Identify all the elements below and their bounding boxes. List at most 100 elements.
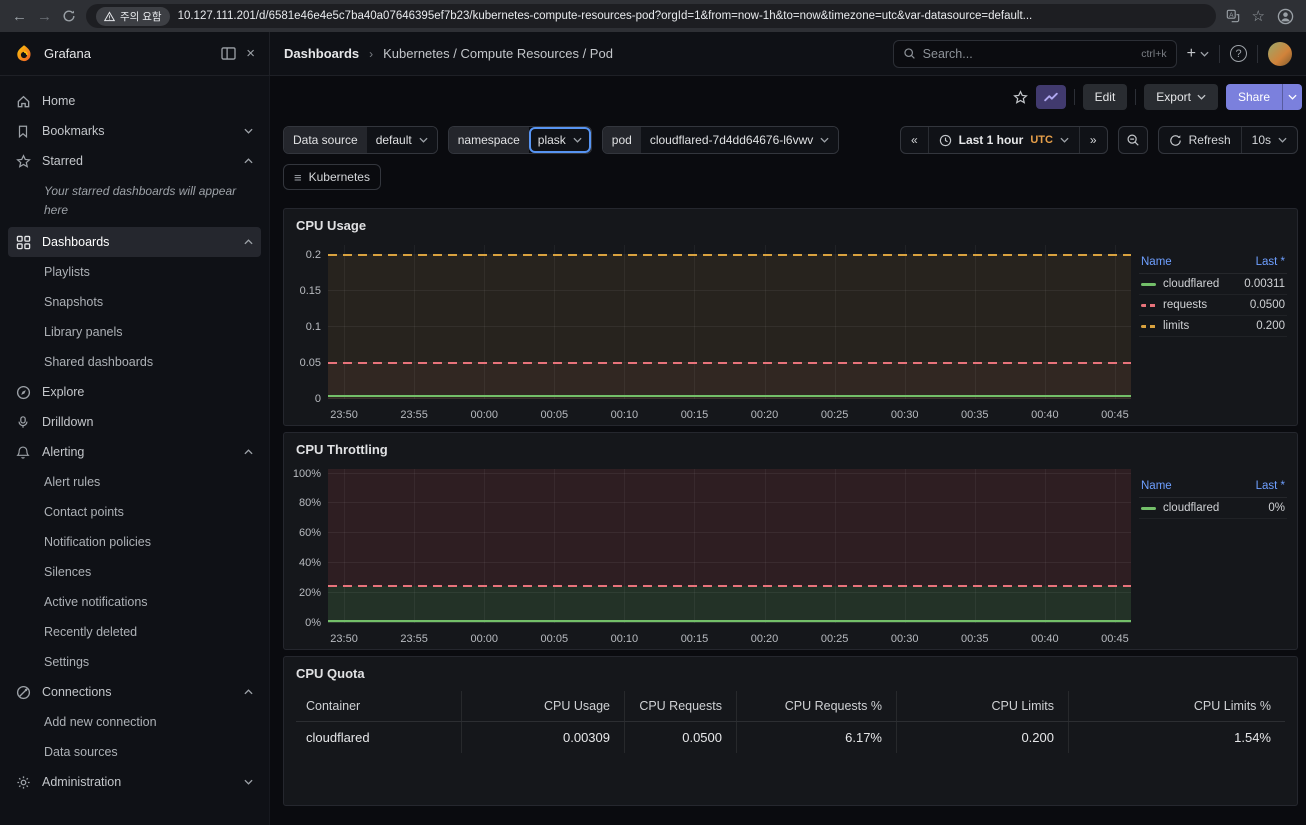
time-shift-forward-button[interactable]: » bbox=[1079, 127, 1107, 153]
x-tick-label: 00:15 bbox=[674, 409, 714, 421]
gridline bbox=[554, 469, 555, 623]
refresh-picker: Refresh 10s bbox=[1158, 126, 1298, 154]
new-menu-button[interactable]: + bbox=[1187, 45, 1209, 63]
browser-profile-icon[interactable] bbox=[1277, 8, 1294, 25]
share-button[interactable]: Share bbox=[1226, 84, 1302, 110]
table-row: cloudflared 0.00309 0.0500 6.17% 0.200 1… bbox=[296, 721, 1285, 753]
legend-last-header[interactable]: Last * bbox=[1256, 256, 1285, 268]
translate-icon[interactable]: A bbox=[1226, 9, 1240, 23]
grafana-logo bbox=[14, 44, 34, 64]
sidebar-item-snapshots[interactable]: Snapshots bbox=[8, 287, 261, 317]
browser-reload-icon[interactable] bbox=[62, 9, 76, 23]
sidebar-item-contact-points[interactable]: Contact points bbox=[8, 497, 261, 527]
sidebar-item-bookmarks[interactable]: Bookmarks bbox=[8, 116, 261, 146]
time-shift-back-button[interactable]: « bbox=[901, 127, 928, 153]
panel-cpu-throttling[interactable]: CPU Throttling 0%20%40%60%80%100%23:5023… bbox=[283, 432, 1298, 650]
sidebar-item-data-sources[interactable]: Data sources bbox=[8, 737, 261, 767]
sidebar-item-add-new-connection[interactable]: Add new connection bbox=[8, 707, 261, 737]
cpu-quota-table: Container CPU Usage CPU Requests CPU Req… bbox=[296, 691, 1285, 753]
browser-forward-icon[interactable]: → bbox=[37, 9, 52, 24]
gear-icon bbox=[16, 775, 32, 790]
sidebar-item-library-panels[interactable]: Library panels bbox=[8, 317, 261, 347]
time-range-button[interactable]: Last 1 hour UTC bbox=[928, 127, 1079, 153]
help-icon[interactable]: ? bbox=[1230, 45, 1247, 62]
dock-sidebar-icon[interactable] bbox=[221, 47, 236, 60]
y-tick-label: 0.05 bbox=[300, 357, 321, 369]
dashboards-grid-icon bbox=[16, 235, 32, 250]
user-avatar[interactable] bbox=[1268, 42, 1292, 66]
browser-back-icon[interactable]: ← bbox=[12, 9, 27, 24]
legend-last-header[interactable]: Last * bbox=[1256, 480, 1285, 492]
kubernetes-link-button[interactable]: ≡ Kubernetes bbox=[283, 164, 381, 190]
close-sidebar-icon[interactable]: × bbox=[246, 45, 255, 62]
y-tick-label: 0.2 bbox=[306, 249, 321, 261]
bookmark-star-icon[interactable]: ☆ bbox=[1252, 9, 1265, 24]
search-shortcut: ctrl+k bbox=[1141, 48, 1166, 60]
cpu-throttling-chart: 0%20%40%60%80%100%23:5023:5500:0000:0500… bbox=[288, 469, 1133, 645]
address-bar[interactable]: 주의 요함 10.127.111.201/d/6581e46e4e5c7ba40… bbox=[86, 4, 1216, 28]
sidebar-item-drilldown[interactable]: Drilldown bbox=[8, 407, 261, 437]
sidebar-item-home[interactable]: Home bbox=[8, 86, 261, 116]
sidebar-item-silences[interactable]: Silences bbox=[8, 557, 261, 587]
chevron-down-icon bbox=[1060, 137, 1069, 143]
sidebar-item-playlists[interactable]: Playlists bbox=[8, 257, 261, 287]
datasource-label: Data source bbox=[284, 127, 367, 153]
x-tick-label: 00:20 bbox=[745, 633, 785, 645]
search-field[interactable] bbox=[923, 47, 1135, 61]
y-tick-label: 0.15 bbox=[300, 285, 321, 297]
zoom-out-time-button[interactable] bbox=[1118, 126, 1148, 154]
datasource-select[interactable]: default bbox=[367, 127, 437, 153]
pod-select[interactable]: cloudflared-7d4dd64676-l6vwv bbox=[641, 127, 838, 153]
y-tick-label: 0 bbox=[315, 393, 321, 405]
sidebar-item-settings[interactable]: Settings bbox=[8, 647, 261, 677]
legend-name-header[interactable]: Name bbox=[1141, 256, 1172, 268]
sidebar-item-administration[interactable]: Administration bbox=[8, 767, 261, 797]
sidebar-item-connections[interactable]: Connections bbox=[8, 677, 261, 707]
x-tick-label: 00:05 bbox=[534, 409, 574, 421]
security-badge-label: 주의 요함 bbox=[120, 9, 162, 24]
panel-cpu-usage[interactable]: CPU Usage 00.050.10.150.223:5023:5500:00… bbox=[283, 208, 1298, 426]
sidebar-item-starred[interactable]: Starred bbox=[8, 146, 261, 176]
panel-cpu-quota[interactable]: CPU Quota Container CPU Usage CPU Reques… bbox=[283, 656, 1298, 806]
share-menu-chevron-icon[interactable] bbox=[1282, 84, 1302, 110]
refresh-button[interactable]: Refresh bbox=[1159, 127, 1241, 153]
gridline bbox=[694, 245, 695, 399]
legend-name-header[interactable]: Name bbox=[1141, 480, 1172, 492]
chart-region bbox=[328, 363, 1131, 399]
bookmark-icon bbox=[16, 124, 32, 139]
sidebar-item-active-notifications[interactable]: Active notifications bbox=[8, 587, 261, 617]
gridline bbox=[835, 469, 836, 623]
search-input[interactable]: ctrl+k bbox=[893, 40, 1177, 68]
cpu-throttling-legend: Name Last * cloudflared 0% bbox=[1139, 475, 1297, 649]
breadcrumb-separator-icon: › bbox=[369, 47, 373, 61]
list-icon: ≡ bbox=[294, 170, 302, 185]
panel-title[interactable]: CPU Quota bbox=[284, 657, 1297, 685]
gridline bbox=[975, 469, 976, 623]
panel-title[interactable]: CPU Usage bbox=[284, 209, 1297, 237]
sidebar-item-alert-rules[interactable]: Alert rules bbox=[8, 467, 261, 497]
breadcrumb-current: Kubernetes / Compute Resources / Pod bbox=[383, 46, 613, 61]
threshold-line bbox=[328, 362, 1131, 364]
edit-button[interactable]: Edit bbox=[1083, 84, 1128, 110]
refresh-interval-select[interactable]: 10s bbox=[1241, 127, 1297, 153]
namespace-select[interactable]: plask bbox=[529, 127, 591, 153]
sidebar-item-shared-dashboards[interactable]: Shared dashboards bbox=[8, 347, 261, 377]
x-tick-label: 00:10 bbox=[604, 409, 644, 421]
sidebar-item-recently-deleted[interactable]: Recently deleted bbox=[8, 617, 261, 647]
star-dashboard-icon[interactable] bbox=[1013, 90, 1028, 105]
gridline bbox=[624, 469, 625, 623]
security-badge[interactable]: 주의 요함 bbox=[96, 7, 170, 26]
export-button[interactable]: Export bbox=[1144, 84, 1218, 110]
panel-title[interactable]: CPU Throttling bbox=[284, 433, 1297, 461]
y-tick-label: 100% bbox=[293, 468, 321, 480]
series-swatch bbox=[1141, 507, 1156, 510]
sidebar-item-alerting[interactable]: Alerting bbox=[8, 437, 261, 467]
breadcrumb-dashboards[interactable]: Dashboards bbox=[284, 46, 359, 61]
sidebar-item-dashboards[interactable]: Dashboards bbox=[8, 227, 261, 257]
x-tick-label: 00:30 bbox=[885, 409, 925, 421]
sidebar-item-notification-policies[interactable]: Notification policies bbox=[8, 527, 261, 557]
url-text: 10.127.111.201/d/6581e46e4e5c7ba40a07646… bbox=[178, 10, 1033, 22]
x-tick-label: 00:25 bbox=[815, 633, 855, 645]
sidebar-item-explore[interactable]: Explore bbox=[8, 377, 261, 407]
scenes-toggle-button[interactable] bbox=[1036, 85, 1066, 109]
